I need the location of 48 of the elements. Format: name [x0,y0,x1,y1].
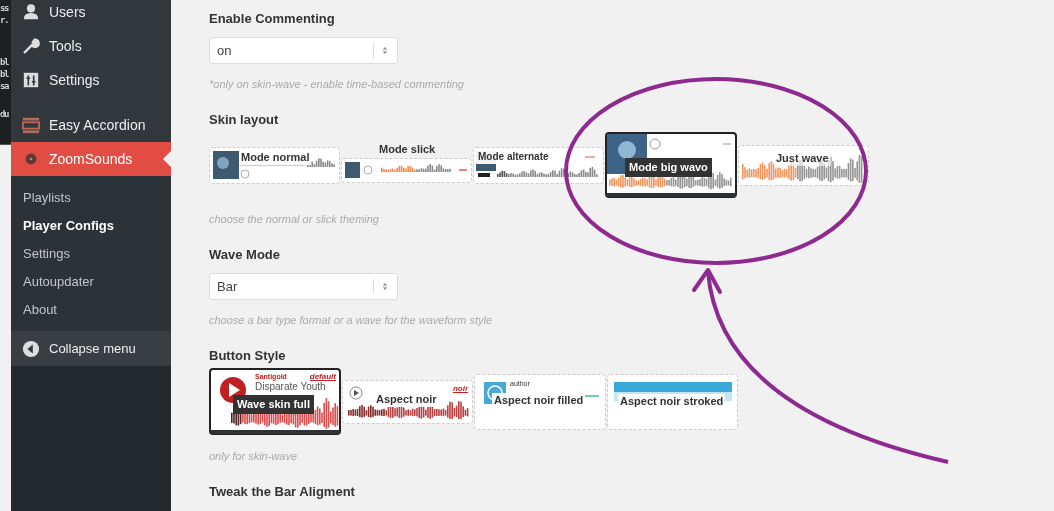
submenu-item[interactable]: Player Configs [11,212,171,240]
menu-item[interactable]: ZoomSounds [11,142,171,176]
style-option[interactable]: noir Aspect noir [342,379,473,424]
up-down-arrow-icon [382,46,388,55]
wrench-icon [22,37,40,55]
style-option[interactable]: Mode normal [209,146,340,184]
current-pointer-icon [163,151,171,167]
submenu-item[interactable]: Playlists [11,184,171,212]
setting-label: Button Style [209,348,287,364]
style-tag: noir [452,383,468,393]
menu-item[interactable]: Settings [11,63,171,97]
submenu-item[interactable]: Settings [11,240,171,268]
setting-hint: choose a bar type format or a wave for the waveform style [209,313,494,327]
style-option[interactable]: Aspect noir stroked [607,373,738,430]
song-title: Disparate Youth [255,381,326,393]
terminal-text: bl [0,68,10,80]
setting-label: Skin layout [209,112,280,128]
setting-hint: only for skin-wave [209,449,299,463]
submenu-item[interactable]: About [11,296,171,324]
style-option[interactable]: Mode slick [341,142,472,188]
submenu-item[interactable]: Autoupdater [11,268,171,296]
user-icon [22,3,40,21]
menu-item[interactable]: Users [11,0,171,29]
select-field[interactable]: Bar [209,273,398,300]
collapse-menu-button[interactable]: Collapse menu [11,331,171,366]
style-tag: default [309,372,336,381]
sliders-icon [22,71,40,89]
style-option[interactable]: Mode alternate [473,146,604,184]
option-label: Mode big wavo [625,158,712,177]
accordion-icon [22,116,40,134]
setting-label: Tweak the Bar Aligment [209,484,356,500]
select-field[interactable]: on [209,37,398,64]
menu-item[interactable]: Tools [11,29,171,63]
terminal-text: sa [0,80,10,92]
terminal-text: du [0,108,10,120]
setting-hint: *only on skin-wave - enable time-based commenting [209,77,465,91]
up-down-arrow-icon [382,282,388,291]
terminal-text: ss [0,2,10,14]
menu-item[interactable]: Easy Accordion [11,108,171,142]
style-option[interactable]: Just wave [738,144,869,186]
style-option[interactable]: Mode big wavo [605,132,737,198]
setting-hint: choose the normal or slick theming [209,212,380,226]
terminal-text: bl [0,56,10,68]
option-label: Wave skin full [233,395,314,414]
setting-label: Enable Commenting [209,11,336,27]
option-label: Mode slick [378,142,437,157]
terminal-text: r. [0,14,9,26]
setting-label: Wave Mode [209,247,282,263]
